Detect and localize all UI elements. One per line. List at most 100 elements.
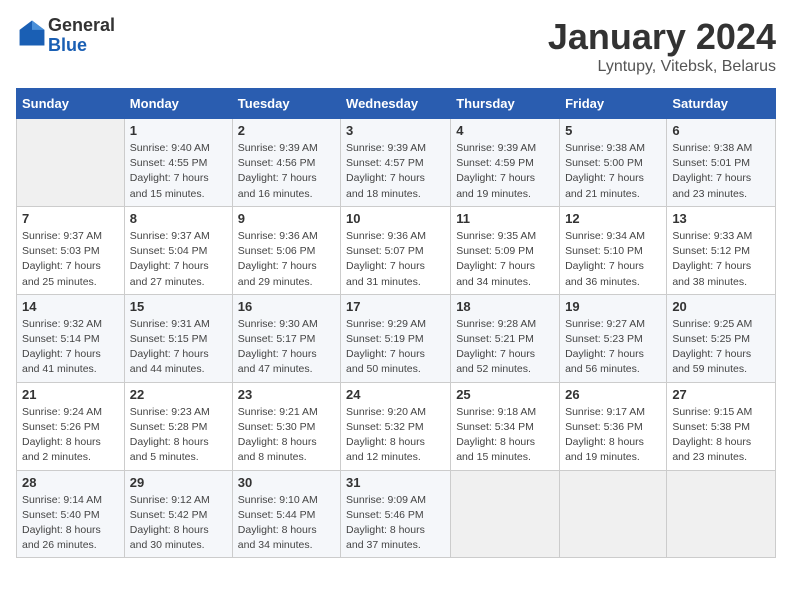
day-info: Sunrise: 9:39 AMSunset: 4:56 PMDaylight:… <box>238 141 335 202</box>
day-cell: 3 Sunrise: 9:39 AMSunset: 4:57 PMDaylight… <box>341 119 451 207</box>
week-row-3: 14Sunrise: 9:32 AMSunset: 5:14 PMDayligh… <box>17 294 776 382</box>
day-info: Sunrise: 9:28 AMSunset: 5:21 PMDaylight:… <box>456 317 554 378</box>
day-number: 9 <box>238 211 335 226</box>
day-cell: 17 Sunrise: 9:29 AMSunset: 5:19 PMDayligh… <box>341 294 451 382</box>
day-info: Sunrise: 9:34 AMSunset: 5:10 PMDaylight:… <box>565 229 661 290</box>
day-cell: 18Sunrise: 9:28 AMSunset: 5:21 PMDayligh… <box>451 294 560 382</box>
day-number: 6 <box>672 123 770 138</box>
day-cell: 11 Sunrise: 9:35 AMSunset: 5:09 PMDayligh… <box>451 206 560 294</box>
day-cell: 25Sunrise: 9:18 AMSunset: 5:34 PMDayligh… <box>451 382 560 470</box>
day-cell: 21 Sunrise: 9:24 AMSunset: 5:26 PMDayligh… <box>17 382 125 470</box>
day-info: Sunrise: 9:18 AMSunset: 5:34 PMDaylight:… <box>456 405 554 466</box>
day-info: Sunrise: 9:20 AMSunset: 5:32 PMDaylight:… <box>346 405 445 466</box>
day-cell: 2 Sunrise: 9:39 AMSunset: 4:56 PMDaylight… <box>232 119 340 207</box>
day-info: Sunrise: 9:17 AMSunset: 5:36 PMDaylight:… <box>565 405 661 466</box>
calendar-subtitle: Lyntupy, Vitebsk, Belarus <box>548 58 776 76</box>
day-number: 14 <box>22 299 119 314</box>
day-cell: 1 Sunrise: 9:40 AMSunset: 4:55 PMDaylight… <box>124 119 232 207</box>
day-info: Sunrise: 9:38 AMSunset: 5:01 PMDaylight:… <box>672 141 770 202</box>
day-info: Sunrise: 9:12 AMSunset: 5:42 PMDaylight:… <box>130 493 227 554</box>
day-number: 26 <box>565 387 661 402</box>
day-cell <box>667 470 776 558</box>
day-number: 28 <box>22 475 119 490</box>
day-cell: 8 Sunrise: 9:37 AMSunset: 5:04 PMDaylight… <box>124 206 232 294</box>
calendar-title: January 2024 <box>548 16 776 58</box>
day-number: 7 <box>22 211 119 226</box>
day-info: Sunrise: 9:37 AMSunset: 5:04 PMDaylight:… <box>130 229 227 290</box>
day-number: 2 <box>238 123 335 138</box>
day-cell <box>560 470 667 558</box>
day-cell: 27Sunrise: 9:15 AMSunset: 5:38 PMDayligh… <box>667 382 776 470</box>
day-info: Sunrise: 9:37 AMSunset: 5:03 PMDaylight:… <box>22 229 119 290</box>
day-info: Sunrise: 9:30 AMSunset: 5:17 PMDaylight:… <box>238 317 335 378</box>
day-number: 1 <box>130 123 227 138</box>
day-info: Sunrise: 9:27 AMSunset: 5:23 PMDaylight:… <box>565 317 661 378</box>
day-info: Sunrise: 9:33 AMSunset: 5:12 PMDaylight:… <box>672 229 770 290</box>
day-number: 30 <box>238 475 335 490</box>
day-info: Sunrise: 9:21 AMSunset: 5:30 PMDaylight:… <box>238 405 335 466</box>
weekday-header-tuesday: Tuesday <box>232 89 340 119</box>
day-number: 17 <box>346 299 445 314</box>
day-number: 27 <box>672 387 770 402</box>
day-cell: 23 Sunrise: 9:21 AMSunset: 5:30 PMDayligh… <box>232 382 340 470</box>
title-block: January 2024 Lyntupy, Vitebsk, Belarus <box>548 16 776 76</box>
day-info: Sunrise: 9:36 AMSunset: 5:07 PMDaylight:… <box>346 229 445 290</box>
day-number: 4 <box>456 123 554 138</box>
day-info: Sunrise: 9:35 AMSunset: 5:09 PMDaylight:… <box>456 229 554 290</box>
calendar-table: SundayMondayTuesdayWednesdayThursdayFrid… <box>16 88 776 558</box>
day-info: Sunrise: 9:39 AMSunset: 4:57 PMDaylight:… <box>346 141 445 202</box>
day-cell: 24 Sunrise: 9:20 AMSunset: 5:32 PMDayligh… <box>341 382 451 470</box>
day-info: Sunrise: 9:29 AMSunset: 5:19 PMDaylight:… <box>346 317 445 378</box>
day-number: 5 <box>565 123 661 138</box>
day-number: 10 <box>346 211 445 226</box>
day-cell: 26 Sunrise: 9:17 AMSunset: 5:36 PMDayligh… <box>560 382 667 470</box>
day-info: Sunrise: 9:24 AMSunset: 5:26 PMDaylight:… <box>22 405 119 466</box>
day-cell: 13Sunrise: 9:33 AMSunset: 5:12 PMDayligh… <box>667 206 776 294</box>
page-header: General Blue January 2024 Lyntupy, Viteb… <box>16 16 776 76</box>
day-cell: 9 Sunrise: 9:36 AMSunset: 5:06 PMDaylight… <box>232 206 340 294</box>
day-number: 23 <box>238 387 335 402</box>
day-number: 16 <box>238 299 335 314</box>
day-number: 21 <box>22 387 119 402</box>
day-number: 11 <box>456 211 554 226</box>
week-row-5: 28Sunrise: 9:14 AMSunset: 5:40 PMDayligh… <box>17 470 776 558</box>
day-info: Sunrise: 9:31 AMSunset: 5:15 PMDaylight:… <box>130 317 227 378</box>
day-cell: 29Sunrise: 9:12 AMSunset: 5:42 PMDayligh… <box>124 470 232 558</box>
day-info: Sunrise: 9:09 AMSunset: 5:46 PMDaylight:… <box>346 493 445 554</box>
logo: General Blue <box>16 16 115 56</box>
day-cell: 12Sunrise: 9:34 AMSunset: 5:10 PMDayligh… <box>560 206 667 294</box>
day-cell: 5 Sunrise: 9:38 AMSunset: 5:00 PMDaylight… <box>560 119 667 207</box>
day-cell: 28Sunrise: 9:14 AMSunset: 5:40 PMDayligh… <box>17 470 125 558</box>
day-number: 8 <box>130 211 227 226</box>
day-cell: 30Sunrise: 9:10 AMSunset: 5:44 PMDayligh… <box>232 470 340 558</box>
day-info: Sunrise: 9:25 AMSunset: 5:25 PMDaylight:… <box>672 317 770 378</box>
day-info: Sunrise: 9:36 AMSunset: 5:06 PMDaylight:… <box>238 229 335 290</box>
day-info: Sunrise: 9:39 AMSunset: 4:59 PMDaylight:… <box>456 141 554 202</box>
day-cell: 14Sunrise: 9:32 AMSunset: 5:14 PMDayligh… <box>17 294 125 382</box>
weekday-header-wednesday: Wednesday <box>341 89 451 119</box>
day-info: Sunrise: 9:38 AMSunset: 5:00 PMDaylight:… <box>565 141 661 202</box>
day-cell: 15 Sunrise: 9:31 AMSunset: 5:15 PMDayligh… <box>124 294 232 382</box>
day-cell: 19Sunrise: 9:27 AMSunset: 5:23 PMDayligh… <box>560 294 667 382</box>
day-number: 15 <box>130 299 227 314</box>
day-number: 3 <box>346 123 445 138</box>
weekday-header-row: SundayMondayTuesdayWednesdayThursdayFrid… <box>17 89 776 119</box>
day-cell: 4 Sunrise: 9:39 AMSunset: 4:59 PMDaylight… <box>451 119 560 207</box>
day-cell: 20 Sunrise: 9:25 AMSunset: 5:25 PMDayligh… <box>667 294 776 382</box>
day-number: 22 <box>130 387 227 402</box>
day-number: 20 <box>672 299 770 314</box>
day-info: Sunrise: 9:40 AMSunset: 4:55 PMDaylight:… <box>130 141 227 202</box>
day-cell: 7 Sunrise: 9:37 AMSunset: 5:03 PMDaylight… <box>17 206 125 294</box>
day-number: 24 <box>346 387 445 402</box>
day-cell <box>17 119 125 207</box>
day-cell: 31Sunrise: 9:09 AMSunset: 5:46 PMDayligh… <box>341 470 451 558</box>
weekday-header-saturday: Saturday <box>667 89 776 119</box>
weekday-header-monday: Monday <box>124 89 232 119</box>
day-cell: 10 Sunrise: 9:36 AMSunset: 5:07 PMDayligh… <box>341 206 451 294</box>
weekday-header-thursday: Thursday <box>451 89 560 119</box>
week-row-1: 1 Sunrise: 9:40 AMSunset: 4:55 PMDaylight… <box>17 119 776 207</box>
day-cell: 6 Sunrise: 9:38 AMSunset: 5:01 PMDaylight… <box>667 119 776 207</box>
day-cell <box>451 470 560 558</box>
weekday-header-friday: Friday <box>560 89 667 119</box>
logo-text: General Blue <box>48 16 115 56</box>
